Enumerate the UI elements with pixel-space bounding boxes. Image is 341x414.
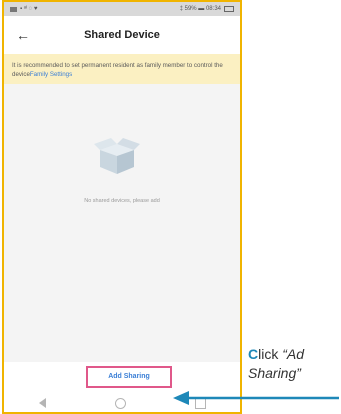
annotation-text: lick [258, 346, 283, 362]
phone-screen: ▪ ᵃᴵ ◌ ♥ ‡ 59% ▬ 08:34 ← Shared Device I… [2, 0, 242, 414]
arrow-left-icon[interactable]: ← [14, 26, 32, 44]
signal-icon [10, 6, 17, 12]
empty-state-text: No shared devices, please add [84, 198, 160, 204]
add-sharing-button[interactable]: Add Sharing [86, 366, 172, 388]
status-left: ▪ ᵃᴵ ◌ ♥ [10, 6, 38, 12]
status-bar: ▪ ᵃᴵ ◌ ♥ ‡ 59% ▬ 08:34 [4, 2, 240, 16]
status-left-text: ▪ ᵃᴵ ◌ ♥ [20, 6, 38, 12]
page-title: Shared Device [84, 29, 160, 41]
home-circle-icon[interactable] [114, 397, 126, 409]
status-right-text: ‡ 59% ▬ 08:34 [179, 6, 221, 12]
back-triangle-icon[interactable] [38, 398, 46, 408]
instruction-annotation: Click “Ad Sharing” [248, 345, 341, 383]
status-right: ‡ 59% ▬ 08:34 [180, 6, 234, 12]
empty-state: No shared devices, please add [4, 84, 240, 362]
recommendation-banner: It is recommended to set permanent resid… [4, 54, 240, 84]
battery-icon [224, 6, 234, 12]
family-settings-link[interactable]: Family Settings [30, 71, 72, 78]
open-box-icon [94, 138, 140, 174]
annotation-first-letter: C [248, 346, 259, 362]
app-header: ← Shared Device [4, 16, 240, 54]
pointer-arrow-icon [173, 391, 339, 405]
